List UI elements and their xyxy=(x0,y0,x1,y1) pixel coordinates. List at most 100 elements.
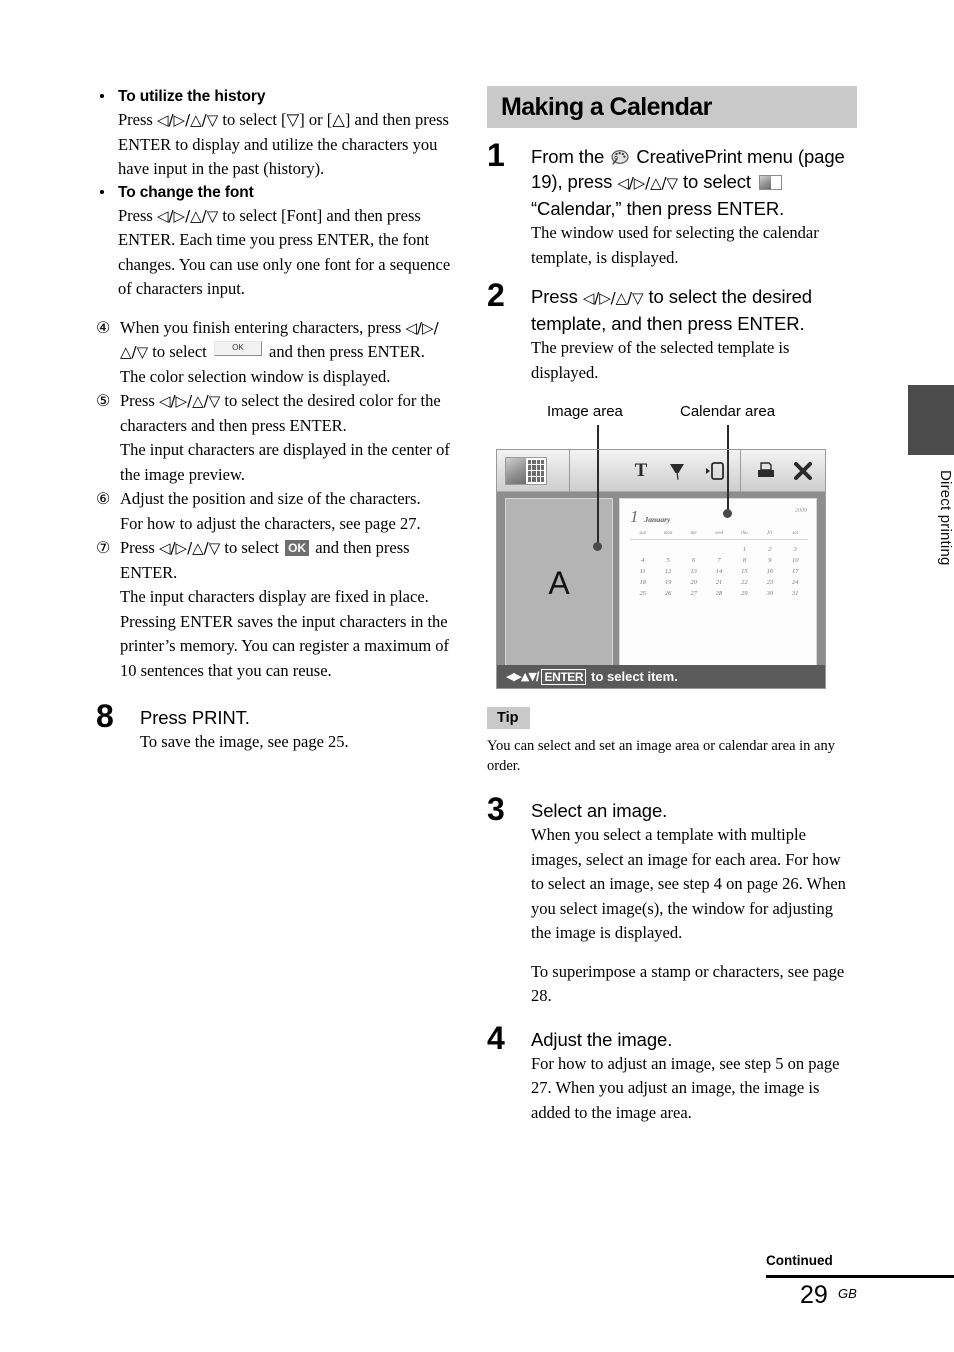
calendar-date-grid: 1 2 3 4 5 6 7 8 9 10 11 12 13 14 15 16 1… xyxy=(630,546,808,597)
calendar-cell: 15 xyxy=(741,568,748,575)
step-title-part-a: Press xyxy=(531,286,578,307)
tip-body: You can select and set an image area or … xyxy=(487,738,835,774)
leader-dot-calendar-area xyxy=(723,509,732,518)
palette-icon xyxy=(611,150,629,165)
ok-button-graphic: OK xyxy=(213,341,262,356)
bullet-body-pre: Press xyxy=(118,205,157,225)
ok-button-label: OK xyxy=(232,343,244,352)
circled-number: ⑥ xyxy=(96,491,111,508)
calendar-cell: 21 xyxy=(715,579,723,586)
bullet-body: Press ◁/▷/△/▽ to select [Font] and then … xyxy=(118,204,454,302)
leader-line-calendar-area xyxy=(727,425,729,449)
list-item: ⑤ Press ◁/▷/△/▽ to select the desired co… xyxy=(96,389,454,487)
left-column: To utilize the history Press ◁/▷/△/▽ to … xyxy=(96,86,454,755)
weekday-label: fri xyxy=(767,531,773,536)
toolbar-divider xyxy=(569,449,570,492)
weekday-label: wed xyxy=(714,531,724,536)
calendar-cell: 23 xyxy=(766,579,774,586)
circled-number: ⑦ xyxy=(96,540,111,557)
list-item: ④ When you finish entering characters, p… xyxy=(96,316,454,390)
weekday-label: tue xyxy=(690,531,697,536)
step-description: The window used for selecting the calend… xyxy=(531,223,819,267)
calendar-cell: 4 xyxy=(641,557,645,564)
step-number: 4 xyxy=(487,1019,505,1056)
step-number: 3 xyxy=(487,791,505,827)
step-description: For how to adjust an image, see step 5 o… xyxy=(531,1053,840,1122)
tip-label: Tip xyxy=(487,707,531,729)
close-x-icon[interactable] xyxy=(791,458,815,484)
status-slash: / xyxy=(535,669,540,684)
arrow-keys-glyph: ◁/▷/△/▽ xyxy=(617,174,678,192)
page-number: 29 xyxy=(800,1281,828,1309)
calendar-cell: 8 xyxy=(742,557,747,564)
calendar-cell xyxy=(655,546,680,553)
calendar-cell: 3 xyxy=(793,546,797,553)
calendar-cell: 1 xyxy=(742,546,747,553)
page-title: Making a Calendar xyxy=(501,92,712,121)
weekday-label: sat xyxy=(792,531,799,536)
list-item: To change the font Press ◁/▷/△/▽ to sele… xyxy=(96,182,454,302)
calendar-cell xyxy=(681,546,706,553)
step-4: 4 Adjust the image. For how to adjust an… xyxy=(487,1021,857,1126)
step-title: Press ◁/▷/△/▽ to select the desired temp… xyxy=(531,284,857,336)
ok-badge-graphic: OK xyxy=(285,540,310,556)
step-description-2: To superimpose a stamp or characters, se… xyxy=(531,961,845,1006)
step-title-part-c: to select xyxy=(682,171,751,192)
lcd-status-bar: ◀▶▲▼ / ENTER to select item. xyxy=(497,665,825,688)
calendar-cell: 22 xyxy=(741,579,748,586)
lcd-preview-window: T A 2009 1 January sun mon tue wed thu f… xyxy=(496,449,826,689)
calendar-cell: 11 xyxy=(639,568,646,575)
step-number: 2 xyxy=(487,277,505,313)
bullet-heading: To utilize the history xyxy=(118,88,266,105)
step-2: 2 Press ◁/▷/△/▽ to select the desired te… xyxy=(487,278,857,385)
chapter-tab-label: Direct printing xyxy=(937,470,954,566)
right-column: Making a Calendar 1 From the CreativePri… xyxy=(487,86,857,1125)
calendar-cell: 30 xyxy=(766,590,774,597)
step-text-part1: Press xyxy=(120,391,159,410)
calendar-area-preview[interactable]: 2009 1 January sun mon tue wed thu fri s… xyxy=(619,498,817,668)
step-title-part-a: From the xyxy=(531,146,605,167)
calendar-cell: 16 xyxy=(766,568,774,575)
calendar-cell: 18 xyxy=(639,579,646,586)
lcd-toolbar: T xyxy=(497,449,825,492)
calendar-cell xyxy=(706,546,731,553)
print-icon[interactable] xyxy=(754,458,778,484)
status-text: to select item. xyxy=(591,669,678,684)
step-title: Press PRINT. xyxy=(140,707,250,728)
calendar-cell: 19 xyxy=(664,579,672,586)
frame-icon[interactable] xyxy=(703,458,727,484)
calendar-cell: 10 xyxy=(792,557,799,564)
text-T-icon[interactable]: T xyxy=(629,458,653,484)
calendar-cell: 13 xyxy=(690,568,697,575)
calendar-cell: 20 xyxy=(690,579,697,586)
manual-page: To utilize the history Press ◁/▷/△/▽ to … xyxy=(0,0,954,1352)
list-item: To utilize the history Press ◁/▷/△/▽ to … xyxy=(96,86,454,182)
calendar-cell: 17 xyxy=(792,568,799,575)
calendar-cell: 6 xyxy=(691,557,696,564)
stamp-icon[interactable] xyxy=(666,458,690,484)
toolbar-divider xyxy=(740,449,741,492)
continued-label: Continued xyxy=(766,1253,833,1268)
step-title: Select an image. xyxy=(531,800,668,821)
step-number: 1 xyxy=(487,137,505,173)
circled-number: ④ xyxy=(96,319,111,337)
step-1: 1 From the CreativePrint menu (page 19),… xyxy=(487,138,857,270)
calendar-cell: 9 xyxy=(768,557,772,564)
list-item: ⑥ Adjust the position and size of the ch… xyxy=(96,487,454,536)
calendar-cell: 28 xyxy=(715,590,723,597)
callout-label-calendar-area: Calendar area xyxy=(680,403,776,420)
step-title-part-d: “Calendar,” then press ENTER. xyxy=(531,198,785,219)
step-text-part1: Press xyxy=(120,538,159,557)
chapter-tab-marker xyxy=(908,385,954,455)
step-description: The preview of the selected template is … xyxy=(531,338,790,382)
image-area-letter: A xyxy=(548,564,570,601)
region-code: GB xyxy=(838,1286,857,1301)
step-extra-text: The input characters display are fixed i… xyxy=(120,587,429,606)
figure-callouts: Image area Calendar area xyxy=(487,403,857,449)
calendar-image-thumbnail-icon[interactable] xyxy=(505,456,547,485)
step-description: To save the image, see page 25. xyxy=(140,732,349,751)
arrow-keys-glyph: ◁/▷/△/▽ xyxy=(156,111,219,129)
lcd-template-preview: A 2009 1 January sun mon tue wed thu fri… xyxy=(497,492,825,668)
calendar-cell: 31 xyxy=(792,590,799,597)
calendar-cell: 26 xyxy=(664,590,672,597)
